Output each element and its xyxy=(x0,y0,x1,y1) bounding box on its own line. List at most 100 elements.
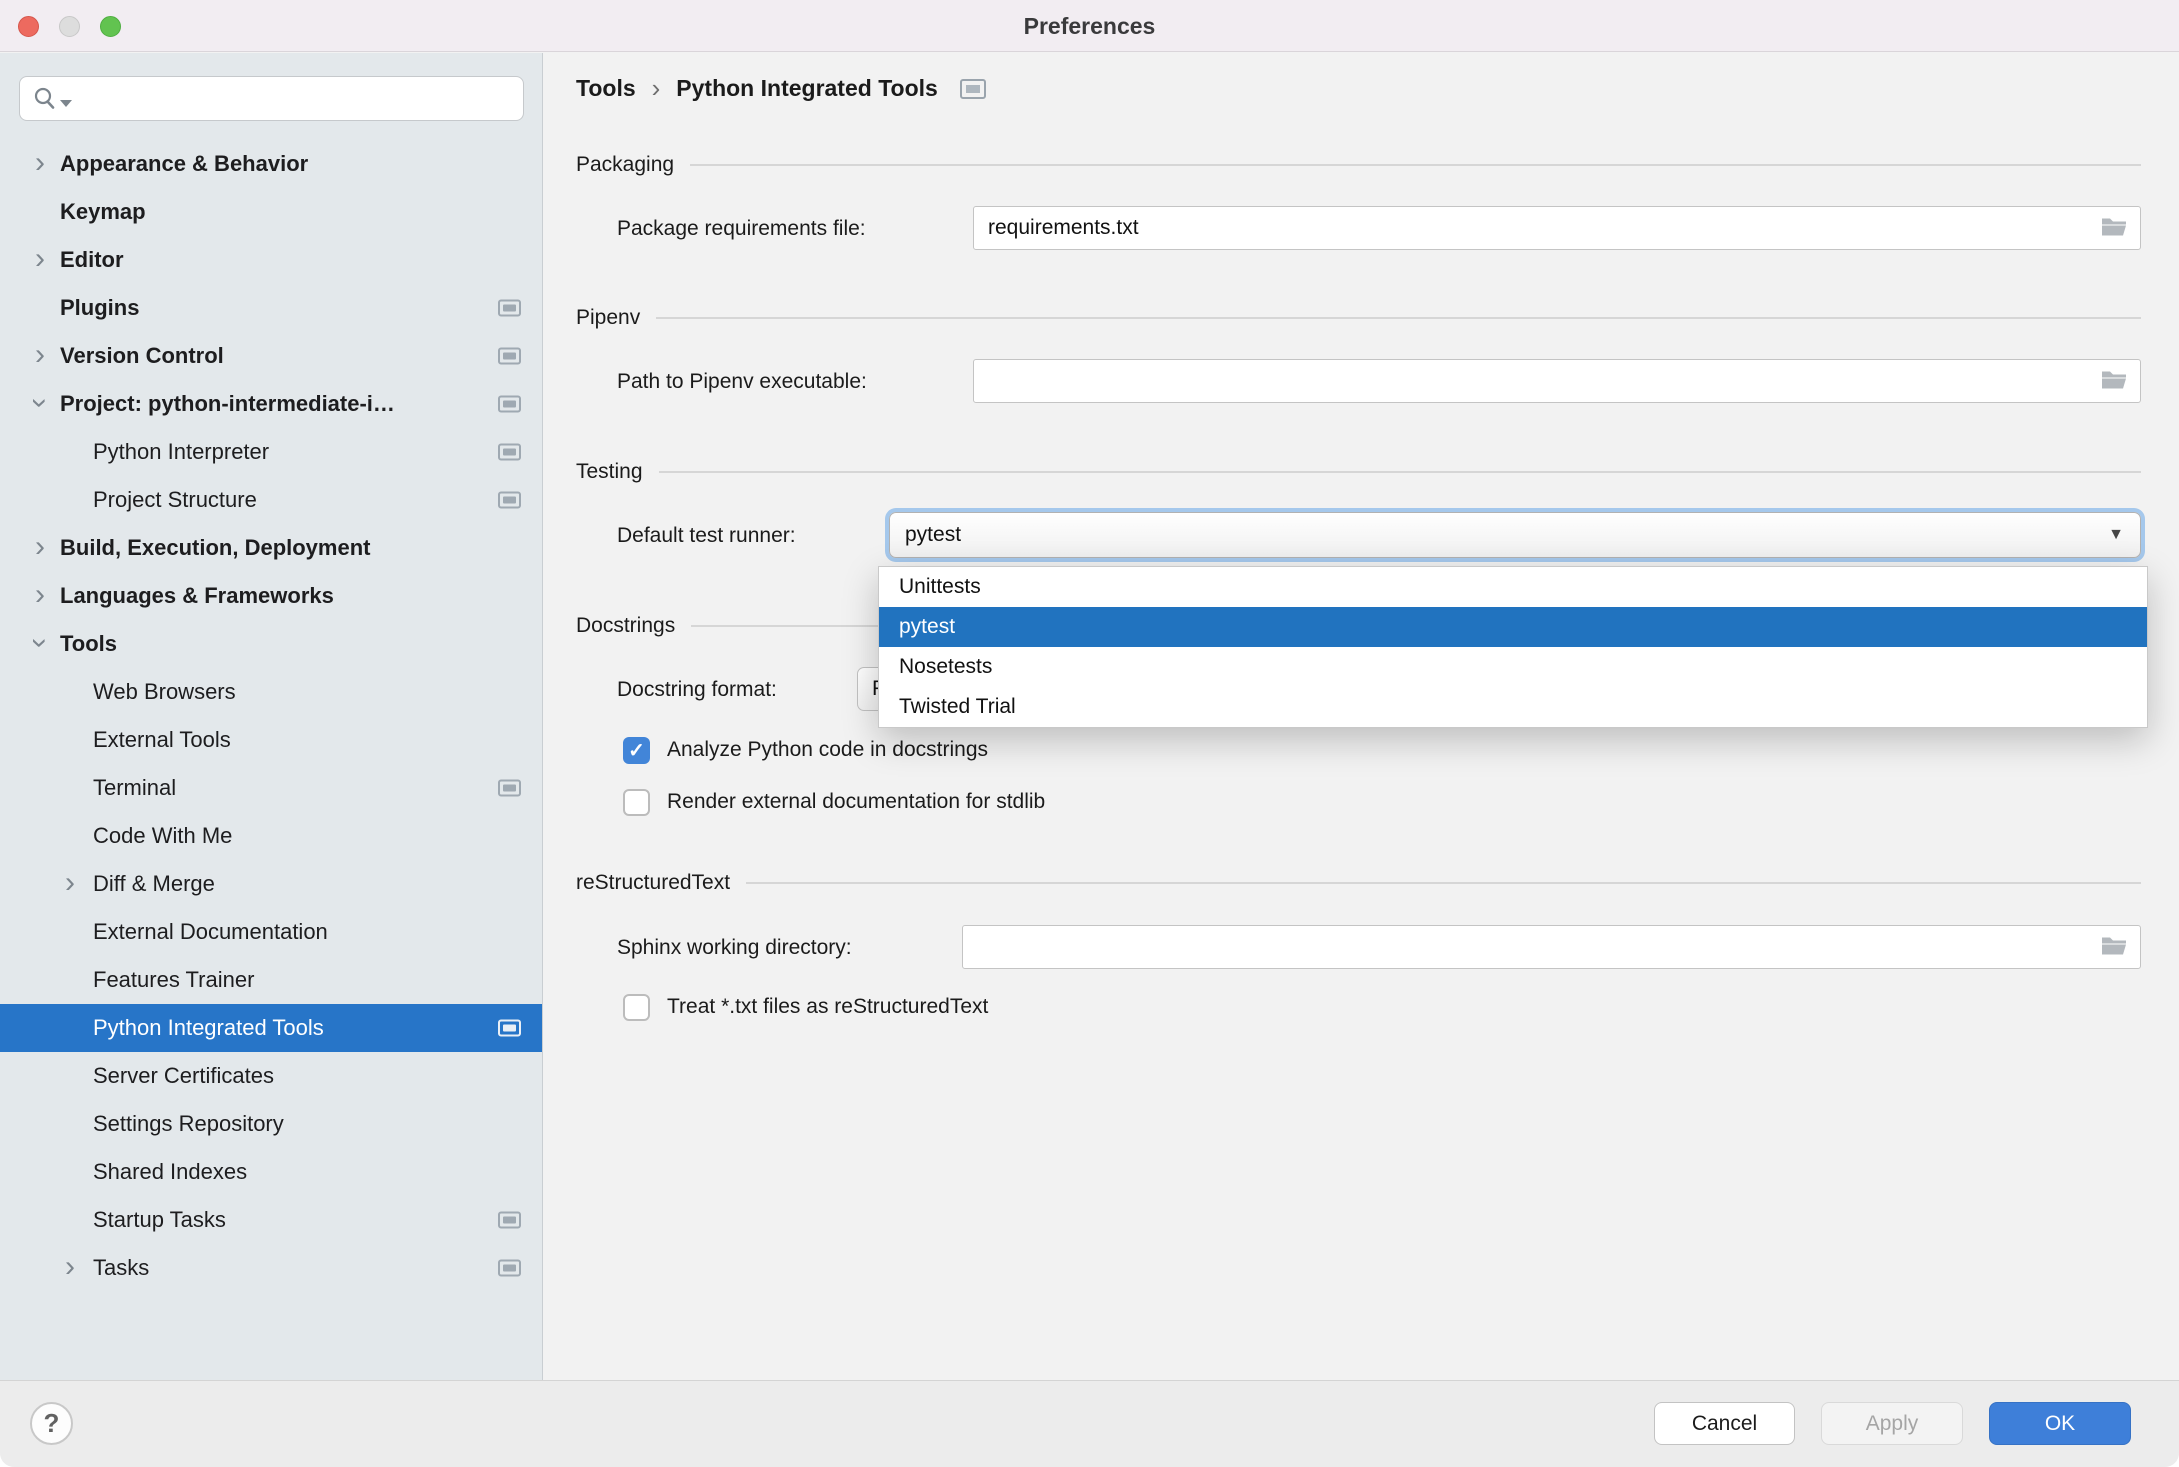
sidebar-item-tasks[interactable]: › Tasks xyxy=(0,1244,542,1292)
sidebar-item-settings-repository[interactable]: Settings Repository xyxy=(0,1100,542,1148)
default-test-runner-combobox[interactable]: pytest ▼ xyxy=(889,512,2141,558)
sidebar-item-terminal[interactable]: Terminal xyxy=(0,764,542,812)
search-icon xyxy=(32,86,72,112)
treat-txt-as-rst-checkbox[interactable] xyxy=(623,994,650,1021)
sidebar-item-label: Features Trainer xyxy=(93,967,254,993)
chevron-right-icon[interactable]: › xyxy=(27,150,53,176)
chevron-right-icon[interactable]: › xyxy=(27,582,53,608)
sidebar-item-external-tools[interactable]: External Tools xyxy=(0,716,542,764)
dropdown-option-nosetests[interactable]: Nosetests xyxy=(879,647,2147,687)
window-icon xyxy=(498,444,521,461)
sidebar-item-label: External Tools xyxy=(93,727,231,753)
browse-folder-icon[interactable] xyxy=(2100,214,2128,243)
window-icon xyxy=(498,300,521,317)
sidebar-item-label: Tasks xyxy=(93,1255,149,1281)
sidebar-item-label: Server Certificates xyxy=(93,1063,274,1089)
settings-sidebar: › Appearance & Behavior Keymap › Editor … xyxy=(0,53,543,1380)
chevron-right-icon[interactable]: › xyxy=(27,534,53,560)
chevron-right-icon[interactable]: › xyxy=(27,342,53,368)
search-input[interactable] xyxy=(78,77,523,120)
window-title: Preferences xyxy=(0,0,2179,52)
sphinx-directory-input[interactable] xyxy=(963,926,2140,968)
requirements-file-input[interactable] xyxy=(974,207,2140,249)
pipenv-path-input[interactable] xyxy=(974,360,2140,402)
breadcrumb-separator-icon: › xyxy=(652,73,661,104)
sidebar-item-version-control[interactable]: › Version Control xyxy=(0,332,542,380)
ok-button[interactable]: OK xyxy=(1989,1402,2131,1445)
dropdown-option-twisted-trial[interactable]: Twisted Trial xyxy=(879,687,2147,727)
sidebar-item-languages-frameworks[interactable]: › Languages & Frameworks xyxy=(0,572,542,620)
combobox-value: pytest xyxy=(905,523,961,547)
sidebar-item-shared-indexes[interactable]: Shared Indexes xyxy=(0,1148,542,1196)
testing-section-title: Testing xyxy=(576,460,643,484)
sidebar-item-startup-tasks[interactable]: Startup Tasks xyxy=(0,1196,542,1244)
sidebar-item-plugins[interactable]: Plugins xyxy=(0,284,542,332)
analyze-docstrings-checkbox[interactable]: ✓ xyxy=(623,737,650,764)
breadcrumb-python-integrated-tools: Python Integrated Tools xyxy=(676,75,938,102)
sidebar-item-label: Python Interpreter xyxy=(93,439,269,465)
sidebar-item-label: Terminal xyxy=(93,775,176,801)
packaging-section-title: Packaging xyxy=(576,153,674,177)
render-stdlib-docs-checkbox[interactable] xyxy=(623,789,650,816)
browse-folder-icon[interactable] xyxy=(2100,367,2128,396)
sidebar-item-project[interactable]: › Project: python-intermediate-i… xyxy=(0,380,542,428)
sidebar-item-appearance-behavior[interactable]: › Appearance & Behavior xyxy=(0,140,542,188)
window-icon xyxy=(498,1260,521,1277)
chevron-down-icon[interactable]: › xyxy=(27,390,53,416)
sidebar-item-label: External Documentation xyxy=(93,919,328,945)
analyze-docstrings-row: ✓ Analyze Python code in docstrings xyxy=(623,736,988,764)
question-mark-icon: ? xyxy=(44,1408,60,1439)
settings-tree: › Appearance & Behavior Keymap › Editor … xyxy=(0,140,542,1292)
sidebar-item-editor[interactable]: › Editor xyxy=(0,236,542,284)
sidebar-item-web-browsers[interactable]: Web Browsers xyxy=(0,668,542,716)
sidebar-item-label: Plugins xyxy=(60,295,139,321)
apply-button[interactable]: Apply xyxy=(1821,1402,1963,1445)
analyze-docstrings-label: Analyze Python code in docstrings xyxy=(667,738,988,762)
sidebar-item-diff-merge[interactable]: › Diff & Merge xyxy=(0,860,542,908)
sphinx-directory-label: Sphinx working directory: xyxy=(617,936,852,960)
sidebar-item-label: Keymap xyxy=(60,199,146,225)
chevron-down-icon[interactable]: › xyxy=(27,630,53,656)
docstring-format-label: Docstring format: xyxy=(617,678,777,702)
sidebar-item-keymap[interactable]: Keymap xyxy=(0,188,542,236)
render-stdlib-docs-label: Render external documentation for stdlib xyxy=(667,790,1045,814)
dropdown-option-unittests[interactable]: Unittests xyxy=(879,567,2147,607)
sidebar-item-features-trainer[interactable]: Features Trainer xyxy=(0,956,542,1004)
sidebar-item-external-documentation[interactable]: External Documentation xyxy=(0,908,542,956)
help-button[interactable]: ? xyxy=(30,1402,73,1445)
section-divider xyxy=(746,882,2141,884)
sidebar-item-label: Settings Repository xyxy=(93,1111,284,1137)
window-icon xyxy=(498,396,521,413)
sidebar-item-label: Python Integrated Tools xyxy=(93,1015,324,1041)
settings-page: Tools › Python Integrated Tools Packagin… xyxy=(544,53,2179,1380)
chevron-right-icon[interactable]: › xyxy=(57,1254,83,1280)
window-icon xyxy=(960,79,986,99)
sidebar-item-label: Startup Tasks xyxy=(93,1207,226,1233)
search-filter-caret-icon[interactable] xyxy=(60,100,72,107)
pipenv-section-title: Pipenv xyxy=(576,306,640,330)
sidebar-item-label: Code With Me xyxy=(93,823,232,849)
sidebar-item-python-integrated-tools[interactable]: Python Integrated Tools xyxy=(0,1004,542,1052)
cancel-button[interactable]: Cancel xyxy=(1654,1402,1795,1445)
sidebar-item-build-execution-deployment[interactable]: › Build, Execution, Deployment xyxy=(0,524,542,572)
settings-search-box[interactable] xyxy=(19,76,524,121)
sidebar-item-project-structure[interactable]: Project Structure xyxy=(0,476,542,524)
chevron-right-icon[interactable]: › xyxy=(27,246,53,272)
browse-folder-icon[interactable] xyxy=(2100,933,2128,962)
testing-section-header: Testing xyxy=(576,457,2141,487)
sidebar-item-server-certificates[interactable]: Server Certificates xyxy=(0,1052,542,1100)
default-test-runner-label: Default test runner: xyxy=(617,524,796,548)
sidebar-item-python-interpreter[interactable]: Python Interpreter xyxy=(0,428,542,476)
pipenv-path-field xyxy=(973,359,2141,403)
breadcrumb-tools[interactable]: Tools xyxy=(576,75,636,102)
chevron-right-icon[interactable]: › xyxy=(57,870,83,896)
pipenv-path-label: Path to Pipenv executable: xyxy=(617,370,867,394)
checkmark-icon: ✓ xyxy=(628,738,645,763)
sidebar-item-code-with-me[interactable]: Code With Me xyxy=(0,812,542,860)
requirements-file-label: Package requirements file: xyxy=(617,217,866,241)
sidebar-item-tools[interactable]: › Tools xyxy=(0,620,542,668)
dropdown-option-pytest[interactable]: pytest xyxy=(879,607,2147,647)
combobox-arrow-icon[interactable]: ▼ xyxy=(2108,526,2124,544)
window-icon xyxy=(498,1212,521,1229)
sidebar-item-label: Tools xyxy=(60,631,117,657)
